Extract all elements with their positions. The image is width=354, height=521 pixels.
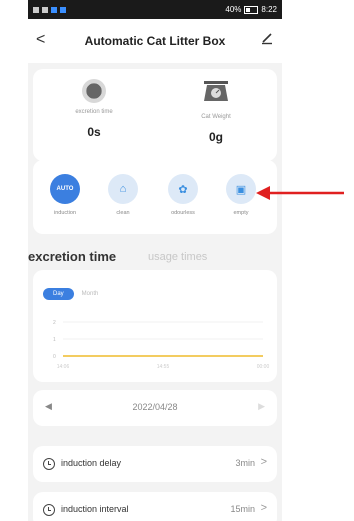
setting-row-induction-delay[interactable]: induction delay 3min >: [33, 446, 277, 482]
next-date-icon[interactable]: ▶: [258, 401, 265, 412]
clean-icon[interactable]: ⌂: [108, 174, 138, 204]
scale-icon: [204, 81, 228, 101]
mode-label: empty: [233, 210, 249, 216]
setting-value: 15min: [230, 504, 255, 514]
chevron-right-icon: >: [260, 502, 267, 514]
timer-icon: [43, 458, 55, 470]
excretion-time-value: 0s: [87, 125, 101, 139]
mode-buttons-card: AUTO induction ⌂ clean ✿ odourless ▣ emp…: [33, 160, 277, 234]
app-notification-icon: [51, 6, 57, 13]
odourless-icon[interactable]: ✿: [168, 174, 198, 204]
setting-name: induction delay: [61, 458, 122, 468]
app-notification-icon-2: [60, 6, 66, 13]
annotation-arrow-icon: [256, 186, 344, 200]
excretion-time-stat: excretion time 0s: [33, 75, 155, 139]
setting-name: induction interval: [61, 504, 129, 514]
x-tick-label: 14:06: [57, 364, 70, 370]
usage-times-tab[interactable]: usage times: [148, 251, 207, 263]
excretion-chart: 2 1 014:06 14:55 00:00: [53, 320, 270, 370]
y-tick-label: 0: [53, 354, 56, 360]
page-title: Automatic Cat Litter Box: [84, 34, 226, 48]
y-tick-label: 1: [53, 337, 56, 343]
mode-label: clean: [116, 210, 130, 216]
mode-label: odourless: [171, 210, 195, 216]
stats-card: excretion time 0s Cat Weight 0g: [33, 69, 277, 161]
setting-value: 3min: [235, 458, 255, 468]
setting-row-induction-interval[interactable]: induction interval 15min >: [33, 492, 277, 521]
date-selector: ◀ 2022/04/28 ▶: [33, 390, 277, 426]
status-icons-left: [33, 6, 66, 13]
phone-screen: 40% 8:22 < Automatic Cat Litter Box excr…: [28, 0, 282, 521]
empty-icon[interactable]: ▣: [226, 174, 256, 204]
excretion-time-label: excretion time: [75, 109, 113, 115]
mode-odourless[interactable]: ✿ odourless: [155, 174, 211, 216]
battery-icon: [244, 5, 259, 14]
cat-weight-stat: Cat Weight 0g: [155, 75, 277, 144]
back-arrow-icon[interactable]: <: [36, 31, 45, 49]
chevron-right-icon: >: [260, 456, 267, 468]
chart-card: Day Month 2 1 0 14:06 14:55 00:00: [33, 270, 277, 382]
edit-icon[interactable]: [260, 31, 274, 45]
app-header: < Automatic Cat Litter Box: [28, 19, 282, 63]
clock-time: 8:22: [261, 5, 277, 14]
mode-clean[interactable]: ⌂ clean: [95, 174, 151, 216]
cat-weight-label: Cat Weight: [201, 114, 231, 120]
auto-icon[interactable]: AUTO: [50, 174, 80, 204]
excretion-time-tab[interactable]: excretion time: [28, 249, 116, 264]
y-tick-label: 2: [53, 320, 56, 326]
x-tick-label: 14:55: [157, 364, 170, 370]
cat-weight-value: 0g: [208, 130, 223, 144]
signal-icon: [33, 6, 39, 13]
mode-label: induction: [53, 210, 77, 216]
timer-icon: [43, 504, 55, 516]
x-tick-label: 00:00: [257, 364, 270, 370]
signal-icon-2: [42, 6, 48, 13]
status-icons-right: 40% 8:22: [225, 5, 277, 14]
battery-percent: 40%: [225, 5, 242, 14]
clock-icon: [82, 79, 106, 103]
selected-date: 2022/04/28: [132, 402, 178, 412]
status-bar: 40% 8:22: [28, 0, 282, 19]
mode-induction[interactable]: AUTO induction: [37, 174, 93, 216]
